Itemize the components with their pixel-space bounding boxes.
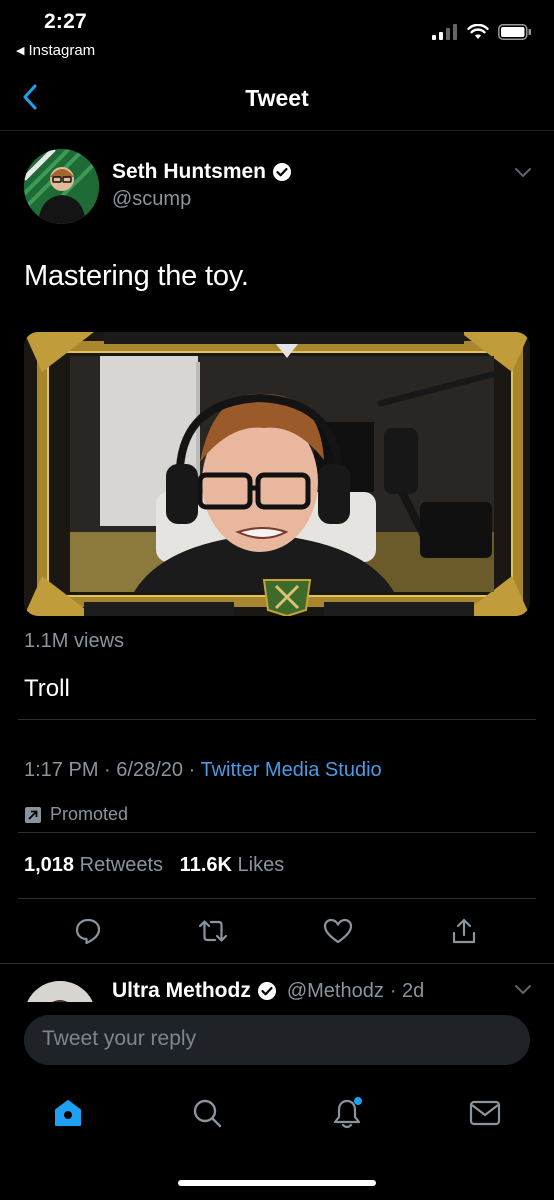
retweets-label: Retweets — [79, 854, 163, 876]
home-icon — [55, 1100, 81, 1126]
likes-count: 11.6K — [179, 854, 232, 876]
author-name-text: Seth Huntsmen — [112, 160, 267, 183]
divider — [18, 832, 536, 833]
signal-icon — [432, 24, 457, 40]
author-avatar[interactable] — [24, 149, 99, 224]
reply-author[interactable]: Ultra Methodz @Methodz · 2d — [112, 979, 424, 1003]
home-indicator[interactable] — [178, 1180, 376, 1186]
search-icon — [193, 1099, 222, 1128]
chevron-down-icon — [515, 985, 531, 995]
promoted-icon — [25, 806, 41, 823]
battery-icon — [498, 24, 531, 40]
retweets-count: 1,018 — [24, 854, 75, 876]
tab-search[interactable] — [190, 1096, 224, 1130]
divider — [18, 898, 536, 899]
tab-home[interactable] — [51, 1096, 85, 1130]
notifications-icon — [333, 1097, 362, 1129]
reply-input[interactable]: Tweet your reply — [24, 1015, 530, 1065]
tweet-text: Mastering the toy. — [24, 260, 249, 292]
video-frame — [24, 332, 530, 616]
tab-messages[interactable] — [468, 1096, 502, 1130]
share-icon — [452, 918, 476, 944]
media-title: Troll — [24, 675, 70, 702]
avatar-image — [24, 149, 99, 224]
divider — [18, 719, 536, 720]
view-count: 1.1M views — [24, 630, 125, 652]
tweet-time: 1:17 PM — [24, 759, 99, 781]
author-handle[interactable]: @scump — [112, 188, 191, 211]
nav-divider — [0, 130, 554, 131]
reply-options-button[interactable] — [514, 983, 532, 1001]
reply-author-handle: @Methodz — [286, 979, 384, 1002]
likes-stat[interactable]: 11.6K Likes — [180, 854, 285, 876]
reply-age: · 2d — [389, 979, 425, 1002]
tweet-stats: 1,018 Retweets 11.6K Likes — [24, 854, 284, 877]
chevron-down-icon — [515, 168, 531, 178]
retweet-button[interactable] — [197, 915, 229, 947]
tweet-video[interactable] — [24, 332, 530, 616]
like-button[interactable] — [322, 915, 354, 947]
tab-notifications[interactable] — [330, 1096, 364, 1130]
page-title: Tweet — [245, 85, 309, 111]
tweet-actions — [0, 915, 554, 947]
wifi-icon — [467, 24, 489, 39]
meta-separator: · — [188, 759, 196, 781]
verified-icon — [273, 163, 292, 181]
back-triangle-icon: ◀ — [16, 45, 25, 57]
reply-button[interactable] — [72, 915, 104, 947]
back-to-app-link[interactable]: ◀ Instagram — [16, 42, 95, 59]
retweets-stat[interactable]: 1,018 Retweets — [24, 854, 163, 876]
likes-label: Likes — [237, 854, 285, 876]
divider — [0, 963, 554, 964]
promoted-label[interactable]: Promoted — [24, 804, 128, 825]
messages-icon — [469, 1100, 501, 1126]
verified-icon — [257, 982, 276, 1000]
meta-separator: · — [104, 759, 111, 781]
promoted-text: Promoted — [50, 804, 129, 824]
status-icons — [432, 24, 532, 40]
tweet-source-link[interactable]: Twitter Media Studio — [200, 759, 381, 781]
reply-author-name: Ultra Methodz — [112, 979, 251, 1002]
status-time: 2:27 — [44, 10, 87, 33]
tweet-options-button[interactable] — [514, 166, 532, 184]
tweet-meta: 1:17 PM · 6/28/20 · Twitter Media Studio — [24, 759, 382, 782]
retweet-icon — [198, 920, 228, 942]
reply-icon — [75, 918, 101, 945]
like-icon — [323, 918, 353, 944]
share-button[interactable] — [448, 915, 480, 947]
tweet-date: 6/28/20 — [116, 759, 184, 781]
back-app-label: Instagram — [28, 42, 96, 59]
author-name[interactable]: Seth Huntsmen — [112, 160, 292, 184]
